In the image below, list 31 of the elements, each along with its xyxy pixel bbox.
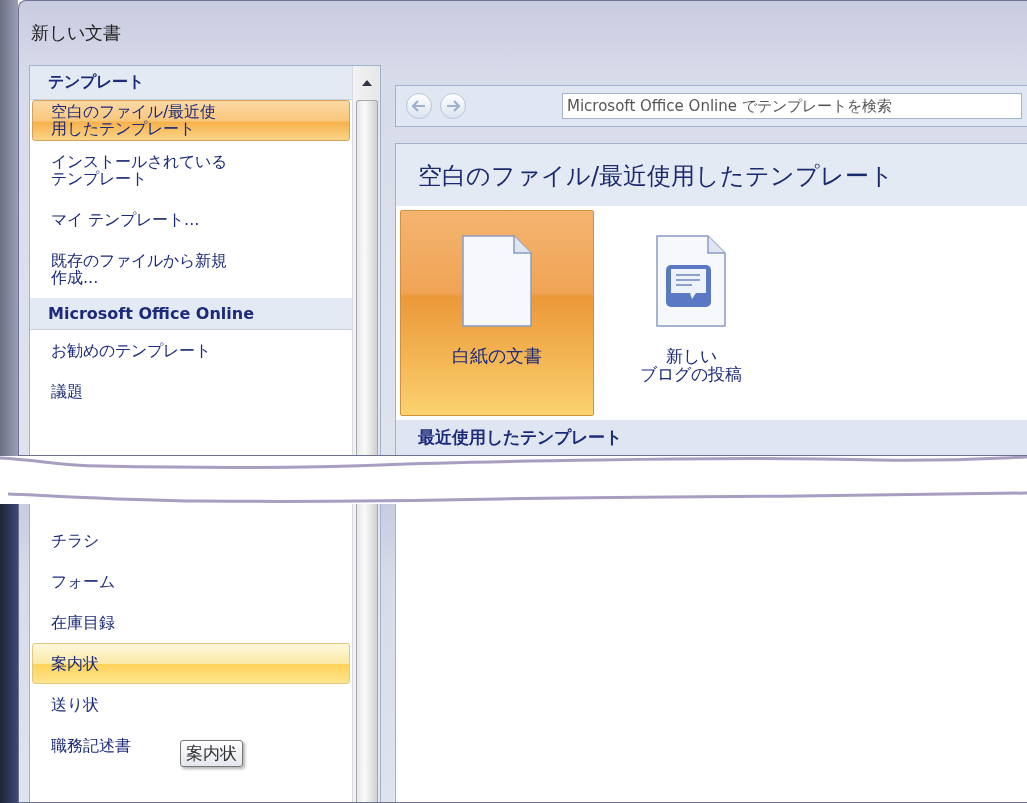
sidebar-item[interactable]: 空白のファイル/最近使用したテンプレート: [32, 100, 350, 141]
scroll-up-icon[interactable]: [361, 80, 372, 86]
scrollbar-thumb[interactable]: [355, 100, 378, 455]
tile-label: 新しい: [665, 347, 717, 365]
tile-label: 白紙の文書: [452, 347, 542, 365]
sidebar-item[interactable]: 職務記述書: [32, 725, 132, 766]
sidebar-header: テンプレート: [30, 66, 352, 100]
forward-arrow-icon: [445, 100, 461, 112]
window-title: 新しい文書: [31, 21, 121, 45]
sidebar-item[interactable]: お勧めのテンプレート: [32, 330, 212, 371]
template-tile[interactable]: 新しい ブログの投稿: [594, 210, 788, 416]
sidebar-header: Microsoft Office Online: [30, 298, 352, 330]
scrollbar[interactable]: [352, 66, 380, 455]
template-tile[interactable]: 白紙の文書: [400, 210, 594, 416]
tooltip: 案内状: [180, 740, 243, 767]
back-arrow-icon: [411, 100, 427, 112]
sidebar-item[interactable]: 案内状: [32, 643, 350, 684]
blog-post-icon: [656, 235, 726, 327]
sidebar-item[interactable]: マイ テンプレート...: [32, 199, 201, 240]
section-header: 最近使用したテンプレート: [396, 420, 1027, 455]
section-heading: 空白のファイル/最近使用したテンプレート: [396, 144, 1027, 206]
sidebar-item[interactable]: 既存のファイルから新規作成...: [32, 240, 230, 298]
sidebar-item[interactable]: 送り状: [32, 684, 100, 725]
sidebar-item[interactable]: チラシ: [32, 520, 100, 561]
sidebar-item[interactable]: 在庫目録: [32, 602, 116, 643]
search-field[interactable]: Microsoft Office Online でテンプレートを検索: [562, 93, 1022, 119]
sidebar-item[interactable]: フォーム: [32, 561, 116, 602]
document-icon: [462, 235, 532, 327]
tile-label: ブログの投稿: [640, 365, 742, 383]
sidebar-item[interactable]: 議題: [32, 371, 84, 412]
sidebar-item[interactable]: インストールされているテンプレート: [32, 141, 230, 199]
